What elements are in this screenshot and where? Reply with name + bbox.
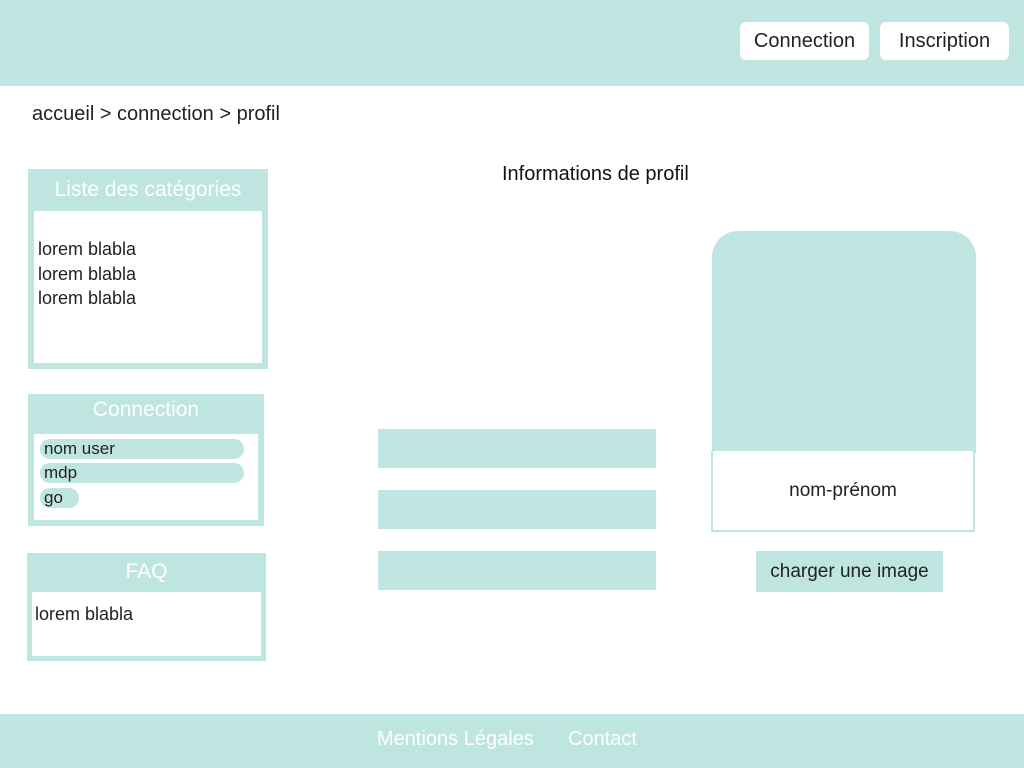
breadcrumb: accueil > connection > profil — [32, 103, 280, 125]
header-bar: Connection Inscription — [0, 0, 1024, 86]
category-item[interactable]: lorem blabla — [38, 286, 136, 311]
categories-panel: Liste des catégories lorem blabla lorem … — [28, 169, 268, 369]
footer-link-contact[interactable]: Contact — [568, 728, 637, 751]
footer-link-legal[interactable]: Mentions Légales — [377, 728, 534, 751]
login-panel-title: Connection — [92, 398, 200, 421]
signup-button[interactable]: Inscription — [880, 22, 1009, 60]
profile-info-field[interactable] — [378, 551, 656, 590]
profile-info-field[interactable] — [378, 490, 656, 529]
category-item[interactable]: lorem blabla — [38, 237, 136, 262]
profile-name-box: nom-prénom — [711, 451, 975, 532]
login-panel: Connection nom user mdp go — [28, 394, 264, 526]
faq-content: lorem blabla — [32, 592, 261, 656]
categories-list-area: lorem blabla lorem blabla lorem blabla — [34, 211, 262, 363]
login-form: nom user mdp go — [34, 434, 258, 520]
faq-title: FAQ — [125, 560, 168, 583]
login-submit-button[interactable]: go — [40, 488, 79, 508]
username-field[interactable]: nom user — [40, 439, 244, 459]
faq-panel: FAQ lorem blabla — [27, 553, 266, 661]
footer-bar: Mentions Légales Contact — [0, 714, 1024, 768]
faq-text: lorem blabla — [35, 604, 134, 624]
upload-image-button[interactable]: charger une image — [756, 551, 943, 592]
category-item[interactable]: lorem blabla — [38, 262, 136, 287]
profile-picture — [712, 231, 976, 453]
categories-list: lorem blabla lorem blabla lorem blabla — [38, 237, 136, 311]
password-field[interactable]: mdp — [40, 463, 244, 483]
page-title: Informations de profil — [502, 163, 689, 185]
categories-title: Liste des catégories — [54, 178, 242, 201]
profile-name: nom-prénom — [789, 480, 897, 501]
login-button[interactable]: Connection — [740, 22, 869, 60]
profile-info-field[interactable] — [378, 429, 656, 468]
